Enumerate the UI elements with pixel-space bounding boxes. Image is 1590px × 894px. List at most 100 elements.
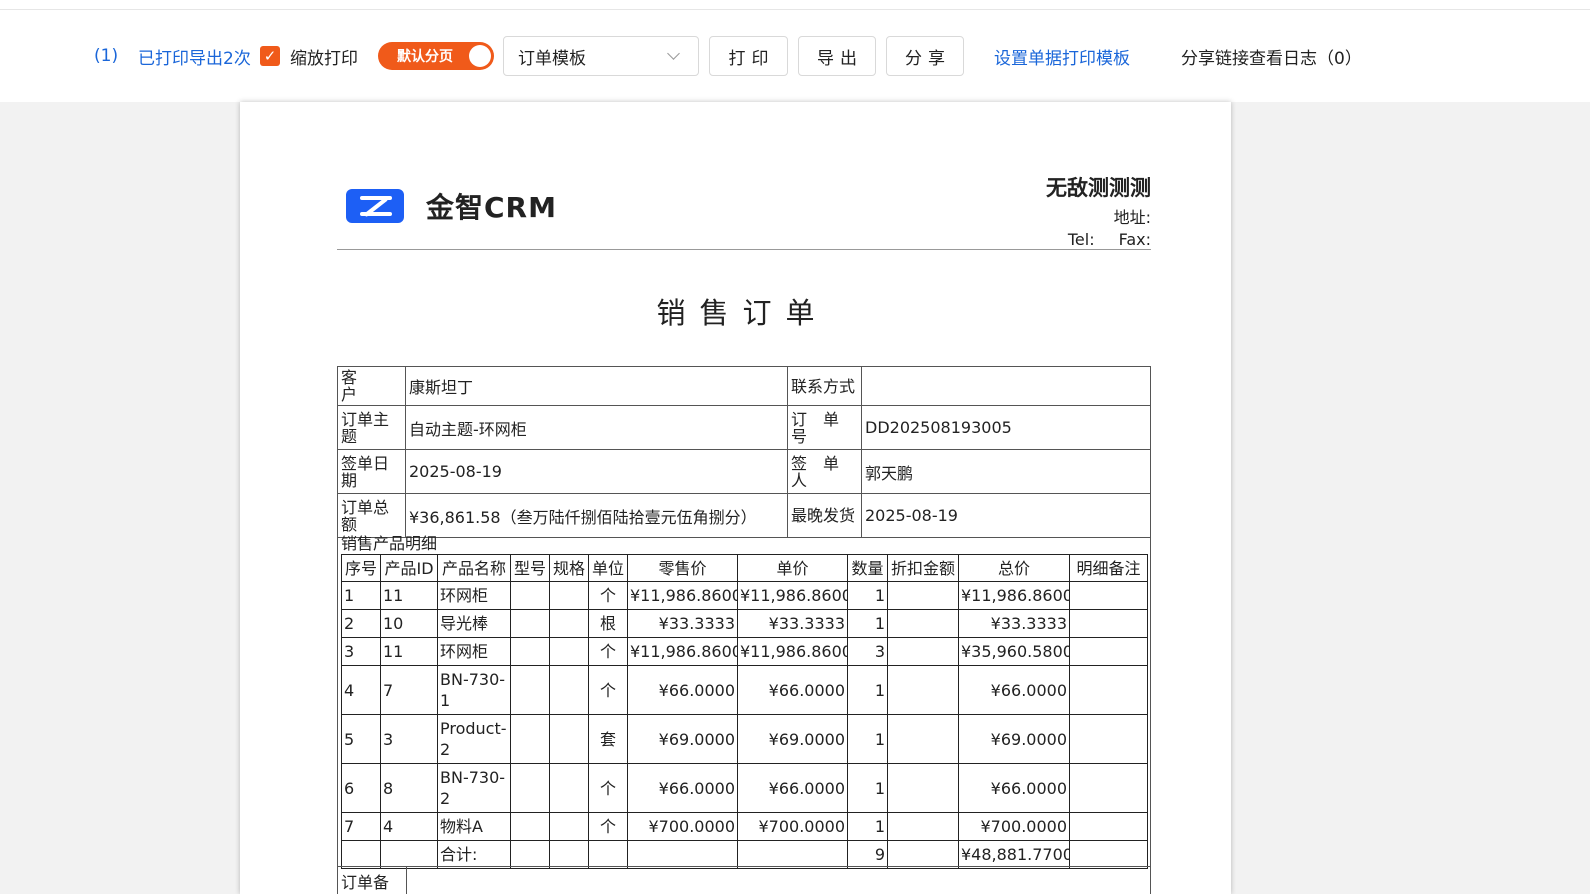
signer-label: 签 单 人 xyxy=(787,449,862,494)
company-address: 地址: xyxy=(1113,208,1151,227)
company-name: 无敌测测测 xyxy=(1046,175,1151,200)
table-row: 6 8 BN-730-2 个 ¥66.0000 ¥66.0000 1 ¥66.0000 xyxy=(341,763,1148,813)
detail-header-row: 序号 产品ID 产品名称 型号 规格 单位 零售价 单价 数量 折扣金额 总价 … xyxy=(341,554,1148,582)
product-detail-table: 序号 产品ID 产品名称 型号 规格 单位 零售价 单价 数量 折扣金额 总价 … xyxy=(341,554,1148,869)
cell-total: ¥700.0000 xyxy=(958,812,1070,841)
default-paging-label: 默认分页 xyxy=(397,49,453,65)
printed-count-link[interactable]: 已打印导出2次 xyxy=(138,10,251,102)
table-row: 5 3 Product-2 套 ¥69.0000 ¥69.0000 1 ¥69.0000 xyxy=(341,714,1148,764)
table-row: 4 7 BN-730-1 个 ¥66.0000 ¥66.0000 1 ¥66.0000 xyxy=(341,665,1148,715)
order-no-label: 订 单 号 xyxy=(787,405,862,450)
export-button[interactable]: 导出 xyxy=(798,36,876,76)
cell-name: 物料A xyxy=(437,812,511,841)
cell-note xyxy=(1069,665,1148,715)
cell-spec xyxy=(549,665,589,715)
col-header: 产品名称 xyxy=(437,554,511,582)
cell-qty: 1 xyxy=(847,812,888,841)
cell-discount xyxy=(887,581,959,610)
cell-no: 3 xyxy=(341,637,381,666)
cell-model xyxy=(510,609,550,638)
cell-no: 7 xyxy=(341,812,381,841)
logo-icon xyxy=(346,189,404,223)
cell-price: ¥700.0000 xyxy=(737,812,848,841)
sum-qty: 9 xyxy=(847,840,888,869)
cell-discount xyxy=(887,812,959,841)
cell-name: 环网柜 xyxy=(437,581,511,610)
share-button[interactable]: 分享 xyxy=(886,36,964,76)
cell-qty: 1 xyxy=(847,581,888,610)
cell-retail: ¥66.0000 xyxy=(627,763,738,813)
cell-pid: 11 xyxy=(380,637,438,666)
template-select[interactable]: 订单模板 xyxy=(503,36,699,76)
cell-pid: 8 xyxy=(380,763,438,813)
cell-spec xyxy=(549,637,589,666)
cell-price: ¥66.0000 xyxy=(737,763,848,813)
scale-print-label: 缩放打印 xyxy=(290,48,358,69)
cell-total: ¥35,960.5800 xyxy=(958,637,1070,666)
cell-discount xyxy=(887,637,959,666)
cell-note xyxy=(1069,812,1148,841)
cell-model xyxy=(510,581,550,610)
print-counter: (1) xyxy=(94,46,119,66)
cell-note xyxy=(1069,763,1148,813)
cell-price: ¥33.3333 xyxy=(737,609,848,638)
set-template-link[interactable]: 设置单据打印模板 xyxy=(994,10,1130,102)
cell-model xyxy=(510,637,550,666)
cell-unit: 个 xyxy=(588,637,628,666)
template-select-value: 订单模板 xyxy=(518,48,586,69)
table-row: 2 10 导光棒根 ¥33.3333 ¥33.3333 1 ¥33.3333 xyxy=(341,609,1148,638)
scale-print-checkbox[interactable]: ✓ xyxy=(260,10,280,102)
company-info: 无敌测测测 地址: Tel: Fax: xyxy=(1046,172,1151,249)
cell-qty: 3 xyxy=(847,637,888,666)
sum-row: 合计: 9 ¥48,881.7700 xyxy=(341,840,1148,869)
cell-no: 1 xyxy=(341,581,381,610)
tel-label: Tel: xyxy=(1067,230,1095,249)
logo-text: 金智CRM xyxy=(426,191,557,224)
cell-pid: 4 xyxy=(380,812,438,841)
cell-price: ¥11,986.8600 xyxy=(737,581,848,610)
check-icon: ✓ xyxy=(260,46,280,66)
document-title: 销售订单 xyxy=(656,296,829,330)
subject-value: 自动主题-环网柜 xyxy=(405,405,788,450)
cell-pid: 10 xyxy=(380,609,438,638)
share-log-link[interactable]: 分享链接查看日志（0） xyxy=(1181,10,1362,102)
cell-price: ¥69.0000 xyxy=(737,714,848,764)
table-row: 7 4 物料A 个 ¥700.0000 ¥700.0000 1 ¥700.0000 xyxy=(341,812,1148,841)
cell-note xyxy=(1069,714,1148,764)
cell-discount xyxy=(887,714,959,764)
template-select-wrap: 订单模板 xyxy=(503,10,699,102)
cell-retail: ¥11,986.8600 xyxy=(627,637,738,666)
cell-name: BN-730-2 xyxy=(437,763,511,813)
cell-unit: 个 xyxy=(588,581,628,610)
contact-label: 联系方式 xyxy=(787,366,862,406)
toggle-knob xyxy=(469,45,491,67)
print-preview-sheet: 金智CRM 无敌测测测 地址: Tel: Fax: 销售订单 客 户 康斯坦丁 联… xyxy=(240,102,1231,894)
cell-no: 5 xyxy=(341,714,381,764)
chevron-down-icon xyxy=(667,47,680,60)
subject-label: 订单主题 xyxy=(337,405,406,450)
cell-retail: ¥11,986.8600 xyxy=(627,581,738,610)
col-header: 零售价 xyxy=(627,554,738,582)
cell-retail: ¥700.0000 xyxy=(627,812,738,841)
fax-label: Fax: xyxy=(1118,230,1151,249)
col-header: 单价 xyxy=(737,554,848,582)
cell-name: 导光棒 xyxy=(437,609,511,638)
cell-discount xyxy=(887,609,959,638)
cell-retail: ¥69.0000 xyxy=(627,714,738,764)
default-paging-toggle[interactable]: 默认分页 xyxy=(378,10,494,102)
export-button-wrap: 导出 xyxy=(798,10,876,102)
cell-model xyxy=(510,812,550,841)
cell-name: Product-2 xyxy=(437,714,511,764)
print-button-wrap: 打印 xyxy=(709,10,788,102)
cell-total: ¥33.3333 xyxy=(958,609,1070,638)
cell-no: 6 xyxy=(341,763,381,813)
print-button[interactable]: 打印 xyxy=(709,36,788,76)
cell-model xyxy=(510,763,550,813)
cell-note xyxy=(1069,581,1148,610)
sum-total: ¥48,881.7700 xyxy=(958,840,1070,869)
cell-pid: 11 xyxy=(380,581,438,610)
cell-retail: ¥66.0000 xyxy=(627,665,738,715)
print-toolbar: (1) 已打印导出2次 ✓ 缩放打印 默认分页 订单模板 打印 导出 分享 设置… xyxy=(0,10,1590,102)
cell-no: 4 xyxy=(341,665,381,715)
cell-unit: 个 xyxy=(588,812,628,841)
